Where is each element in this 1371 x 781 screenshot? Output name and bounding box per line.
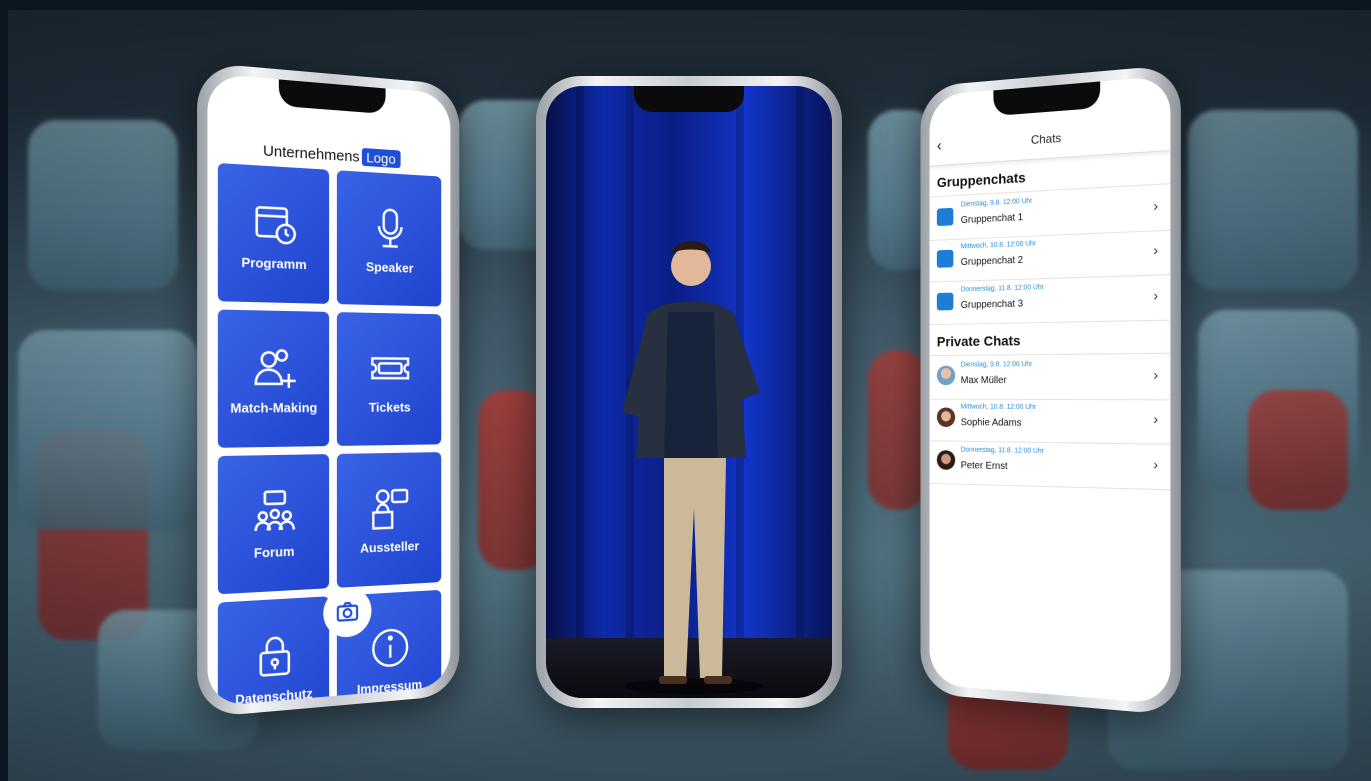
tile-match-making[interactable]: Match-Making xyxy=(217,309,330,448)
chat-date: Dienstag, 9.8. 12:00 Uhr xyxy=(960,361,1033,369)
tile-label: Forum xyxy=(253,543,295,561)
chat-date: Mittwoch, 10.8. 12:00 Uhr xyxy=(960,240,1037,251)
phone-notch xyxy=(993,81,1101,117)
group-section-title: Gruppenchats xyxy=(936,169,1026,191)
info-icon xyxy=(367,622,412,673)
chats-screen: ‹ Chats Gruppenchats Dienstag, 9.8. 12:0… xyxy=(929,75,1171,705)
tile-label: Programm xyxy=(241,254,307,272)
padlock-icon xyxy=(250,630,298,682)
phone-event-menu: Unternehmens Logo Programm Speaker Match-… xyxy=(197,62,460,718)
chevron-right-icon: › xyxy=(1153,241,1159,259)
brand-logo: Logo xyxy=(361,147,401,169)
microphone-icon xyxy=(367,203,412,252)
chat-date: Donnerstag, 11.8. 12:00 Uhr xyxy=(960,446,1044,455)
chat-name: Sophie Adams xyxy=(960,417,1022,429)
speaker-photo xyxy=(622,241,764,694)
chat-date: Donnerstag, 11.8. 12:00 Uhr xyxy=(960,284,1044,294)
private-chat-row-1[interactable]: Dienstag, 9.8. 12:00 Uhr Max Müller › xyxy=(929,352,1171,401)
chat-icon xyxy=(936,207,954,227)
calendar-clock-icon xyxy=(250,197,298,248)
chat-date: Dienstag, 9.8. 12:00 Uhr xyxy=(960,197,1033,209)
phone-chats: ‹ Chats Gruppenchats Dienstag, 9.8. 12:0… xyxy=(920,64,1181,716)
chat-name: Gruppenchat 1 xyxy=(960,212,1024,226)
chevron-right-icon: › xyxy=(1153,286,1159,304)
chat-icon xyxy=(936,292,954,311)
chevron-right-icon: › xyxy=(1153,197,1159,214)
tile-label: Tickets xyxy=(368,399,411,415)
tile-aussteller[interactable]: Aussteller xyxy=(336,452,442,588)
tile-datenschutz[interactable]: Datenschutz xyxy=(217,596,330,707)
tile-label: Aussteller xyxy=(360,537,420,556)
tile-label: Speaker xyxy=(365,258,414,276)
presenter-icon xyxy=(367,483,412,532)
tile-tickets[interactable]: Tickets xyxy=(336,312,442,446)
phone-notch xyxy=(634,86,744,112)
brand-text: Unternehmens xyxy=(262,142,360,166)
tile-forum[interactable]: Forum xyxy=(217,454,330,595)
chat-name: Gruppenchat 2 xyxy=(960,254,1024,268)
chevron-right-icon: › xyxy=(1153,366,1159,383)
phone-notch xyxy=(278,79,386,115)
tile-label: Match-Making xyxy=(230,399,318,416)
chevron-right-icon: › xyxy=(1153,455,1159,473)
tile-speaker[interactable]: Speaker xyxy=(336,170,442,307)
chat-date: Mittwoch, 10.8. 12:00 Uhr xyxy=(960,403,1037,411)
chat-icon xyxy=(936,249,954,268)
speaker-photo-screen xyxy=(546,86,832,698)
chats-header: ‹ Chats xyxy=(929,114,1171,167)
private-chat-row-2[interactable]: Mittwoch, 10.8. 12:00 Uhr Sophie Adams › xyxy=(929,397,1171,445)
tile-programm[interactable]: Programm xyxy=(217,162,330,304)
avatar xyxy=(936,407,956,428)
camera-icon xyxy=(335,598,360,625)
phone-speaker-photo xyxy=(536,76,842,708)
event-app-screen: Unternehmens Logo Programm Speaker Match-… xyxy=(207,73,451,707)
private-chat-row-3[interactable]: Donnerstag, 11.8. 12:00 Uhr Peter Ernst … xyxy=(929,440,1171,491)
avatar xyxy=(936,450,956,470)
ticket-icon xyxy=(367,344,412,392)
add-users-icon xyxy=(250,342,298,391)
tile-label: Datenschutz xyxy=(235,685,313,707)
chevron-right-icon: › xyxy=(1153,410,1159,428)
chat-name: Gruppenchat 3 xyxy=(960,298,1024,311)
chats-title: Chats xyxy=(1030,130,1062,148)
group-chat-row-3[interactable]: Donnerstag, 11.8. 12:00 Uhr Gruppenchat … xyxy=(929,274,1171,326)
avatar xyxy=(936,365,956,386)
chat-name: Max Müller xyxy=(960,375,1007,387)
private-section-title: Private Chats xyxy=(936,332,1021,350)
chat-name: Peter Ernst xyxy=(960,460,1008,473)
tile-label: Impressum xyxy=(356,676,423,697)
chat-group-icon xyxy=(250,486,298,536)
